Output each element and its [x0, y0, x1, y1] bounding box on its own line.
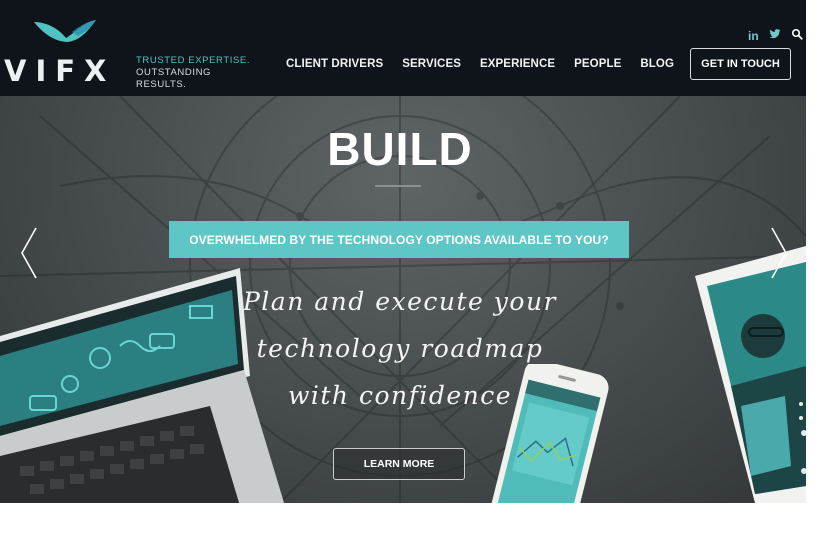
twitter-icon[interactable] [769, 27, 781, 45]
bird-logo-icon [34, 20, 96, 42]
heading-divider [375, 185, 421, 187]
next-slide-arrow-icon[interactable] [768, 226, 788, 280]
slider-dot[interactable] [801, 468, 806, 474]
nav-people[interactable]: PEOPLE [574, 58, 621, 70]
nav-services[interactable]: SERVICES [402, 58, 461, 70]
social-links: in [748, 27, 803, 45]
nav-client-drivers[interactable]: CLIENT DRIVERS [286, 58, 383, 70]
phone-image [489, 364, 609, 503]
tagline-line-1: TRUSTED EXPERTISE. [136, 55, 251, 66]
page: VIFX TRUSTED EXPERTISE. OUTSTANDING RESU… [0, 0, 806, 503]
prev-slide-arrow-icon[interactable] [20, 226, 40, 280]
nav-experience[interactable]: EXPERIENCE [480, 58, 555, 70]
nav-blog[interactable]: BLOG [640, 58, 674, 70]
hero-slider: BUILD OVERWHELMED BY THE TECHNOLOGY OPTI… [0, 96, 806, 503]
linkedin-icon[interactable]: in [748, 29, 759, 43]
site-header: VIFX TRUSTED EXPERTISE. OUTSTANDING RESU… [0, 0, 806, 96]
get-in-touch-button[interactable]: GET IN TOUCH [690, 48, 791, 80]
slider-dot[interactable] [801, 430, 806, 436]
logo[interactable]: VIFX TRUSTED EXPERTISE. OUTSTANDING RESU… [4, 18, 264, 90]
slider-dot[interactable] [799, 416, 803, 420]
hero-heading: BUILD [327, 123, 473, 175]
slider-dot[interactable] [799, 402, 803, 406]
search-icon[interactable] [791, 27, 803, 45]
hero-banner: OVERWHELMED BY THE TECHNOLOGY OPTIONS AV… [169, 221, 629, 258]
logo-tagline: TRUSTED EXPERTISE. OUTSTANDING RESULTS. [136, 55, 264, 91]
logo-wordmark: VIFX [4, 54, 116, 88]
tablet-image [695, 246, 806, 503]
tagline-line-2: OUTSTANDING RESULTS. [136, 67, 212, 90]
learn-more-button[interactable]: LEARN MORE [333, 448, 465, 480]
main-nav: CLIENT DRIVERS SERVICES EXPERIENCE PEOPL… [286, 58, 693, 70]
laptop-image [0, 268, 285, 503]
